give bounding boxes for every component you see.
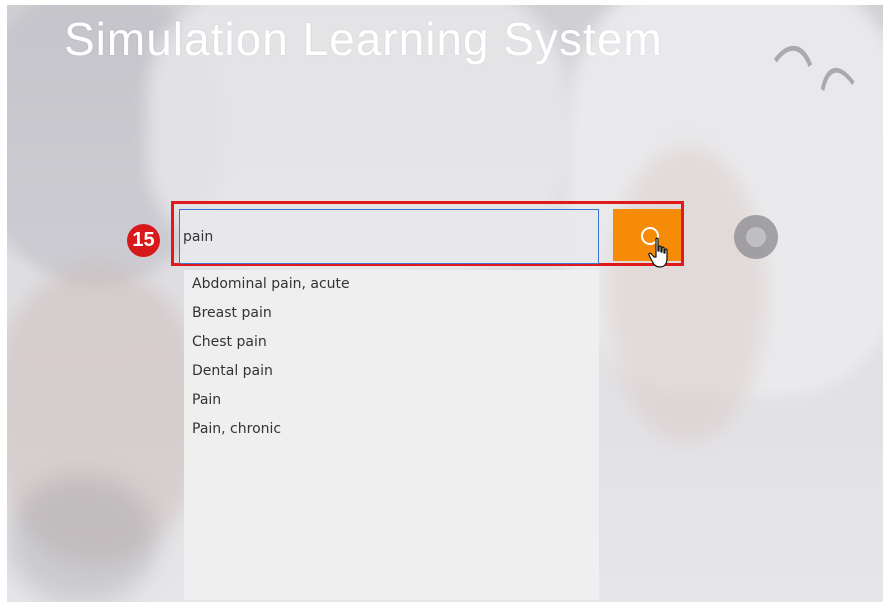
hand-cursor-icon — [648, 237, 668, 268]
bg-blur — [7, 475, 157, 602]
suggestion-item[interactable]: Breast pain — [184, 299, 599, 328]
autocomplete-list: Abdominal pain, acute Breast pain Chest … — [184, 270, 599, 600]
suggestion-item[interactable]: Pain — [184, 386, 599, 415]
suggestion-item[interactable]: Chest pain — [184, 328, 599, 357]
stethoscope-icon — [734, 215, 778, 259]
suggestion-item[interactable]: Abdominal pain, acute — [184, 270, 599, 299]
bg-blur — [607, 145, 767, 445]
search-input[interactable] — [179, 209, 599, 264]
suggestion-item[interactable]: Dental pain — [184, 357, 599, 386]
suggestion-item[interactable]: Pain, chronic — [184, 415, 599, 444]
page-title: Simulation Learning System — [64, 13, 663, 65]
step-badge: 15 — [127, 224, 160, 257]
